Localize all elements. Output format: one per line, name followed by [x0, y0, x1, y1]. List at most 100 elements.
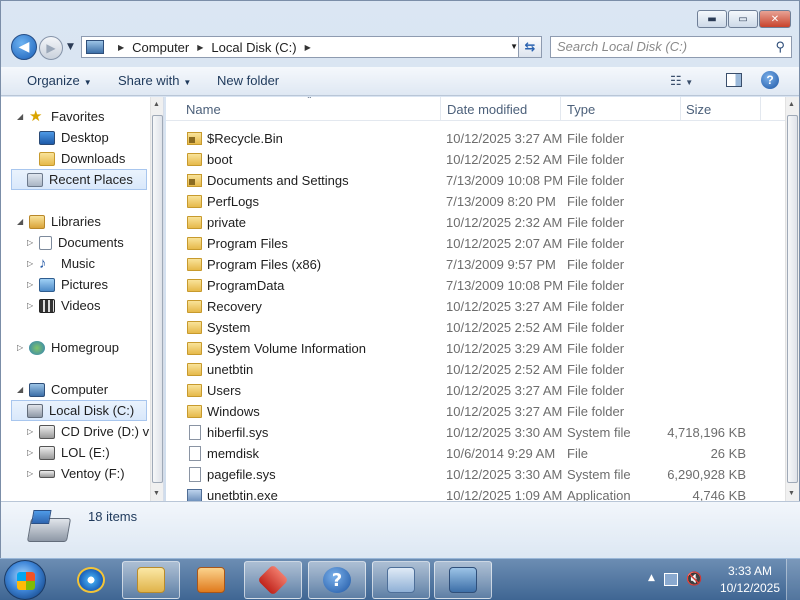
file-row[interactable]: boot 10/12/2025 2:52 AM File folder — [166, 149, 785, 170]
scroll-up-icon[interactable]: ▲ — [788, 101, 795, 108]
file-row[interactable]: pagefile.sys 10/12/2025 3:30 AM System fil… — [166, 464, 785, 485]
file-date: 10/12/2025 1:09 AM — [446, 488, 563, 501]
breadcrumb-separator-icon[interactable]: ▶ — [197, 43, 203, 52]
change-view-icon[interactable]: ☷ ▼ — [670, 73, 693, 89]
back-button[interactable]: ◀ — [11, 34, 37, 60]
breadcrumb-separator-icon[interactable]: ▶ — [305, 43, 311, 52]
expand-arrow-icon[interactable]: ▷ — [27, 427, 39, 436]
help-icon[interactable]: ? — [761, 71, 779, 89]
column-header-size[interactable]: Size — [686, 102, 711, 117]
network-icon[interactable] — [664, 573, 678, 586]
expand-arrow-icon[interactable]: ◢ — [17, 217, 29, 226]
search-icon[interactable]: ⚲ — [775, 39, 785, 55]
preview-pane-icon[interactable] — [726, 73, 742, 87]
expand-arrow-icon[interactable]: ▷ — [27, 469, 39, 478]
sidebar-scrollbar[interactable]: ▲ ▼ — [150, 97, 163, 501]
show-hidden-icons-icon[interactable]: ▲ — [648, 573, 655, 583]
taskbar-computer[interactable] — [434, 561, 492, 599]
expand-arrow-icon[interactable]: ▷ — [27, 301, 39, 310]
address-dropdown-icon[interactable]: ▼ — [510, 42, 518, 51]
sidebar-favorites[interactable]: ◢ ★ Favorites — [17, 106, 104, 127]
taskbar-media-player[interactable] — [186, 561, 236, 599]
column-divider[interactable] — [760, 97, 761, 121]
share-with-button[interactable]: Share with ▼ — [118, 73, 191, 88]
sidebar-item-local-disk[interactable]: Local Disk (C:) — [11, 400, 147, 421]
caption-buttons: ▬ ▭ ✕ — [697, 10, 791, 28]
search-input[interactable]: Search Local Disk (C:) ⚲ — [550, 36, 792, 58]
scroll-down-icon[interactable]: ▼ — [153, 490, 160, 497]
column-divider[interactable] — [680, 97, 681, 121]
organize-button[interactable]: Organize ▼ — [27, 73, 92, 88]
maximize-button[interactable]: ▭ — [728, 10, 758, 28]
address-bar[interactable]: ▶ Computer ▶ Local Disk (C:) ▶ ▼ — [81, 36, 527, 58]
file-row[interactable]: Program Files 10/12/2025 2:07 AM File fold… — [166, 233, 785, 254]
scroll-up-icon[interactable]: ▲ — [153, 101, 160, 108]
sidebar-homegroup[interactable]: ▷ Homegroup — [17, 337, 119, 358]
taskbar-internet-explorer[interactable] — [66, 561, 116, 599]
file-row[interactable]: private 10/12/2025 2:32 AM File folder — [166, 212, 785, 233]
show-desktop-button[interactable] — [786, 559, 800, 600]
forward-button[interactable]: ▶ — [39, 36, 63, 60]
expand-arrow-icon[interactable]: ▷ — [27, 238, 39, 247]
file-row[interactable]: unetbtin 10/12/2025 2:52 AM File folder — [166, 359, 785, 380]
column-divider[interactable] — [560, 97, 561, 121]
expand-arrow-icon[interactable]: ▷ — [27, 259, 39, 268]
sidebar-item-music[interactable]: ▷ ♪ Music — [27, 253, 95, 274]
sidebar-computer[interactable]: ◢ Computer — [17, 379, 108, 400]
expand-arrow-icon[interactable]: ▷ — [17, 343, 29, 352]
file-row[interactable]: PerfLogs 7/13/2009 8:20 PM File folder — [166, 191, 785, 212]
clock-time: 3:33 AM — [727, 564, 772, 578]
taskbar-help[interactable]: ? — [308, 561, 366, 599]
recent-pages-dropdown-icon[interactable]: ▼ — [67, 42, 74, 52]
column-header-date[interactable]: Date modified — [447, 102, 527, 117]
file-list-scrollbar[interactable]: ▲ ▼ — [785, 97, 799, 501]
column-divider[interactable] — [440, 97, 441, 121]
file-row[interactable]: Users 10/12/2025 3:27 AM File folder — [166, 380, 785, 401]
breadcrumb-local-disk[interactable]: Local Disk (C:) — [211, 40, 296, 55]
expand-arrow-icon[interactable]: ▷ — [27, 280, 39, 289]
scroll-down-icon[interactable]: ▼ — [788, 490, 795, 497]
minimize-button[interactable]: ▬ — [697, 10, 727, 28]
sidebar-item-pictures[interactable]: ▷ Pictures — [27, 274, 108, 295]
file-row[interactable]: Recovery 10/12/2025 3:27 AM File folder — [166, 296, 785, 317]
refresh-button[interactable]: ⇆ — [518, 36, 542, 58]
breadcrumb-separator-icon[interactable]: ▶ — [118, 43, 124, 52]
sidebar-item-documents[interactable]: ▷ Documents — [27, 232, 124, 253]
clock[interactable]: 3:33 AM 10/12/2025 — [720, 563, 780, 597]
expand-arrow-icon[interactable]: ◢ — [17, 112, 29, 121]
sidebar-libraries[interactable]: ◢ Libraries — [17, 211, 101, 232]
file-row[interactable]: System 10/12/2025 2:52 AM File folder — [166, 317, 785, 338]
sidebar-item-lol-drive[interactable]: ▷ LOL (E:) — [27, 442, 110, 463]
sidebar-item-cd-drive[interactable]: ▷ CD Drive (D:) virt — [27, 421, 160, 442]
sidebar-item-videos[interactable]: ▷ Videos — [27, 295, 101, 316]
column-header-type[interactable]: Type — [567, 102, 595, 117]
volume-muted-icon[interactable]: 🔇 — [686, 572, 702, 587]
scrollbar-thumb[interactable] — [152, 115, 163, 483]
start-button[interactable] — [4, 560, 46, 600]
expand-arrow-icon[interactable]: ▷ — [27, 448, 39, 457]
taskbar-app-red[interactable] — [244, 561, 302, 599]
file-size: 4,746 KB — [692, 488, 747, 501]
close-button[interactable]: ✕ — [759, 10, 791, 28]
sidebar-item-ventoy-drive[interactable]: ▷ Ventoy (F:) — [27, 463, 125, 484]
column-header-name[interactable]: Name — [186, 102, 221, 117]
file-row[interactable]: Program Files (x86) 7/13/2009 9:57 PM File… — [166, 254, 785, 275]
new-folder-button[interactable]: New folder — [217, 73, 279, 88]
expand-arrow-icon[interactable]: ◢ — [17, 385, 29, 394]
breadcrumb-computer[interactable]: Computer — [132, 40, 189, 55]
sidebar-item-downloads[interactable]: Downloads — [27, 148, 125, 169]
sidebar-item-desktop[interactable]: Desktop — [27, 127, 109, 148]
file-row[interactable]: ProgramData 7/13/2009 10:08 PM File folder — [166, 275, 785, 296]
file-row[interactable]: Documents and Settings 7/13/2009 10:08 PM… — [166, 170, 785, 191]
file-row[interactable]: memdisk 10/6/2014 9:29 AM File 26 KB — [166, 443, 785, 464]
file-row[interactable]: Windows 10/12/2025 3:27 AM File folder — [166, 401, 785, 422]
file-row[interactable]: hiberfil.sys 10/12/2025 3:30 AM System fil… — [166, 422, 785, 443]
taskbar-control-panel[interactable] — [372, 561, 430, 599]
command-bar: Organize ▼ Share with ▼ New folder ☷ ▼ ? — [1, 67, 799, 96]
sidebar-item-recent-places[interactable]: Recent Places — [11, 169, 147, 190]
file-row[interactable]: $Recycle.Bin 10/12/2025 3:27 AM File folde… — [166, 128, 785, 149]
file-row[interactable]: unetbtin.exe 10/12/2025 1:09 AM Applicatio… — [166, 485, 785, 501]
file-row[interactable]: System Volume Information 10/12/2025 3:29… — [166, 338, 785, 359]
taskbar-windows-explorer[interactable] — [122, 561, 180, 599]
scrollbar-thumb[interactable] — [787, 115, 798, 483]
